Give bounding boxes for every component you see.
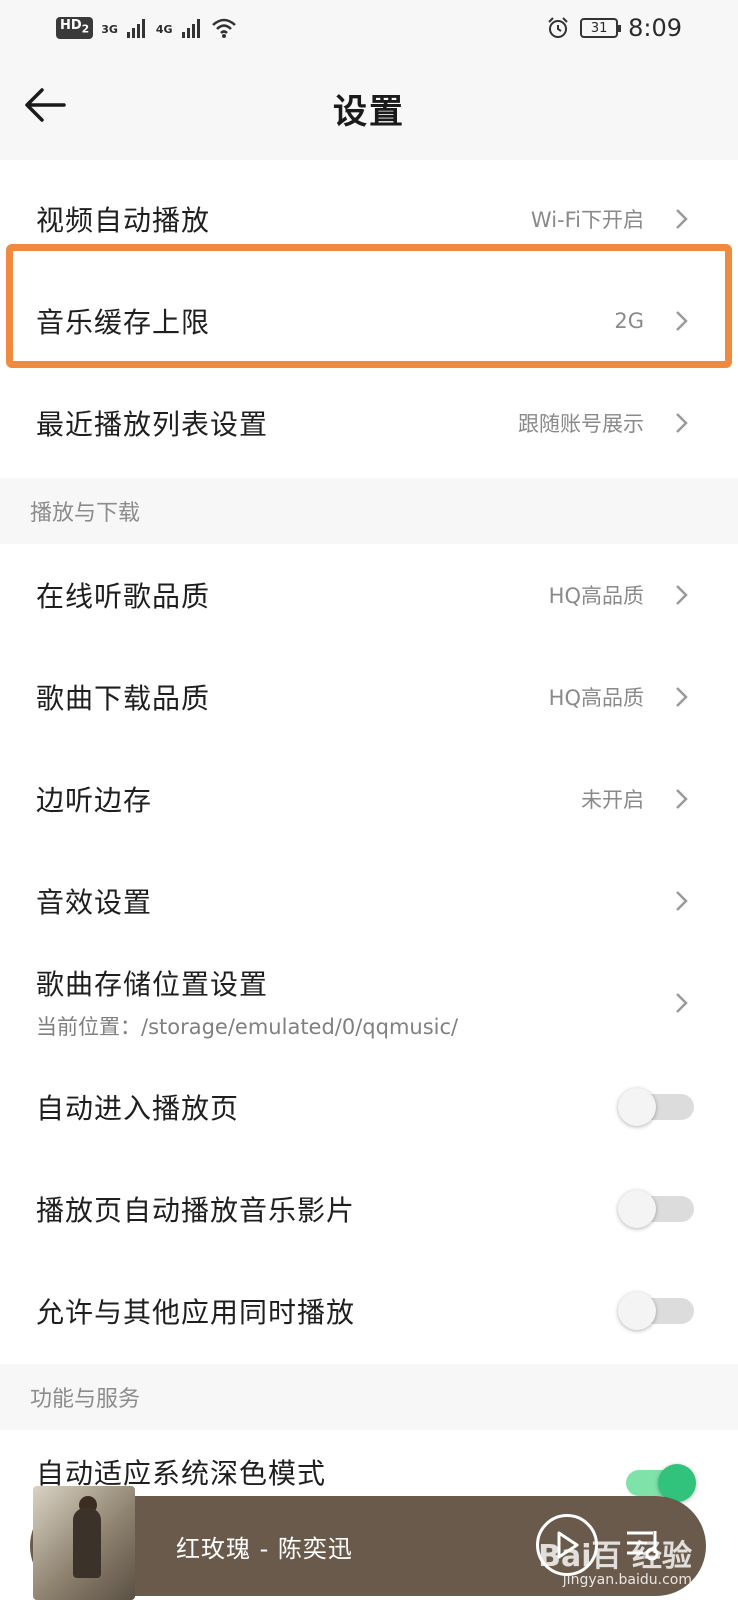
chevron-right-icon xyxy=(670,412,692,434)
row-label: 歌曲存储位置设置 xyxy=(36,968,269,1001)
toggle-knob xyxy=(618,1088,656,1126)
row-online-quality[interactable]: 在线听歌品质 HQ高品质 xyxy=(0,544,738,646)
row-label: 允许与其他应用同时播放 xyxy=(36,1296,356,1329)
toggle-switch[interactable] xyxy=(618,1088,694,1126)
toggle-knob xyxy=(618,1190,656,1228)
row-value: HQ高品质 xyxy=(548,584,644,608)
section-header-playback: 播放与下载 xyxy=(0,478,738,544)
row-label: 在线听歌品质 xyxy=(36,580,211,613)
wifi-icon xyxy=(211,18,236,38)
row-value: HQ高品质 xyxy=(548,686,644,710)
row-video-autoplay[interactable]: 视频自动播放 Wi-Fi下开启 xyxy=(0,168,738,270)
row-sublabel: 当前位置：/storage/emulated/0/qqmusic/ xyxy=(36,1015,459,1039)
row-recent-playlist[interactable]: 最近播放列表设置 跟随账号展示 xyxy=(0,372,738,474)
row-label: 歌曲下载品质 xyxy=(36,682,211,715)
row-download-quality[interactable]: 歌曲下载品质 HQ高品质 xyxy=(0,646,738,748)
chevron-right-icon xyxy=(670,686,692,708)
toggle-knob xyxy=(618,1292,656,1330)
network-4g-label: 4G xyxy=(155,23,173,36)
row-autoplay-mv: 播放页自动播放音乐影片 xyxy=(0,1158,738,1260)
album-art[interactable] xyxy=(33,1486,135,1600)
row-listen-and-save[interactable]: 边听边存 未开启 xyxy=(0,748,738,850)
row-label: 边听边存 xyxy=(36,784,153,817)
battery-indicator: 31 xyxy=(580,18,622,38)
clock-time: 8:09 xyxy=(628,14,682,42)
mini-player[interactable]: 红玫瑰 - 陈奕迅 Bai百 经验 jingyan.baidu.com xyxy=(30,1486,706,1600)
row-label: 视频自动播放 xyxy=(36,204,211,237)
row-label: 播放页自动播放音乐影片 xyxy=(36,1194,356,1227)
section-header-services: 功能与服务 xyxy=(0,1364,738,1430)
status-bar: HD2 3G 4G 31 8:09 xyxy=(0,0,738,56)
album-art-figure xyxy=(73,1508,101,1578)
toggle-switch[interactable] xyxy=(618,1190,694,1228)
network-3g-label: 3G xyxy=(101,23,118,36)
signal-icon xyxy=(126,19,145,38)
chevron-right-icon xyxy=(670,992,692,1014)
chevron-right-icon xyxy=(670,584,692,606)
signal-icon xyxy=(181,19,200,38)
arrow-left-icon xyxy=(25,88,66,122)
row-label: 音乐缓存上限 xyxy=(36,306,211,339)
row-label: 音效设置 xyxy=(36,886,153,919)
app-header: 设置 xyxy=(0,56,738,160)
status-left: HD2 3G 4G xyxy=(56,17,237,39)
watermark-url: jingyan.baidu.com xyxy=(562,1571,692,1588)
row-value: 2G xyxy=(614,309,644,333)
row-storage-location[interactable]: 歌曲存储位置设置 当前位置：/storage/emulated/0/qqmusi… xyxy=(0,952,738,1052)
chevron-right-icon xyxy=(670,890,692,912)
chevron-right-icon xyxy=(670,788,692,810)
row-sound-effects[interactable]: 音效设置 xyxy=(0,850,738,952)
chevron-right-icon xyxy=(670,208,692,230)
row-auto-enter-player: 自动进入播放页 xyxy=(0,1056,738,1158)
row-allow-mixed-playback: 允许与其他应用同时播放 xyxy=(0,1260,738,1362)
baidu-watermark: Bai百 经验 jingyan.baidu.com xyxy=(538,1540,692,1588)
row-value: 未开启 xyxy=(581,788,644,812)
row-value: 跟随账号展示 xyxy=(518,412,644,436)
row-label: 自动进入播放页 xyxy=(36,1092,240,1125)
hd-badge: HD2 xyxy=(56,17,94,39)
back-button[interactable] xyxy=(22,82,68,128)
chevron-right-icon xyxy=(670,310,692,332)
alarm-icon xyxy=(548,17,568,38)
page-title: 设置 xyxy=(333,91,405,132)
toggle-switch[interactable] xyxy=(618,1464,696,1502)
toggle-switch[interactable] xyxy=(618,1292,694,1330)
song-title[interactable]: 红玫瑰 - 陈奕迅 xyxy=(176,1529,353,1564)
row-value: Wi-Fi下开启 xyxy=(530,208,644,232)
row-music-cache-limit[interactable]: 音乐缓存上限 2G xyxy=(0,270,738,372)
watermark-logo: Bai百 经验 xyxy=(538,1538,692,1574)
status-right: 31 8:09 xyxy=(546,14,682,42)
row-label: 最近播放列表设置 xyxy=(36,408,269,441)
